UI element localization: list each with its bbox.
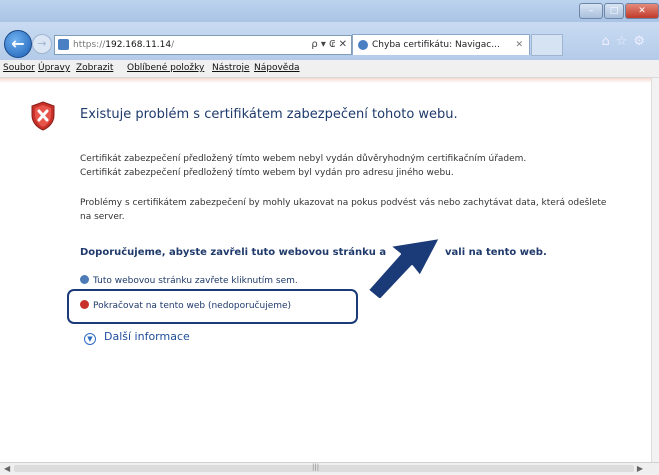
tab-title: Chyba certifikátu: Navigac... — [372, 40, 500, 50]
menu-nastroje[interactable]: Nástroje — [212, 60, 250, 77]
back-button[interactable]: ← — [4, 30, 32, 58]
tab-certificate-error[interactable]: Chyba certifikátu: Navigac... ✕ — [352, 34, 530, 55]
page-content: Existuje problém s certifikátem zabezpeč… — [0, 78, 651, 462]
page-title: Existuje problém s certifikátem zabezpeč… — [80, 107, 458, 122]
shield-error-icon — [31, 101, 55, 131]
minimize-button[interactable]: – — [579, 3, 603, 19]
continue-link[interactable]: Pokračovat na tento web (nedoporučujeme) — [80, 300, 291, 311]
pointer-arrow-icon — [367, 237, 441, 298]
maximize-button[interactable]: □ — [604, 3, 624, 19]
window-controls: – □ ✕ — [578, 3, 659, 19]
shield-warning-icon — [80, 300, 89, 309]
tab-favicon-icon — [358, 40, 368, 50]
address-bar[interactable]: https://192.168.11.14/ ρ ▾ ₢ ✕ — [54, 35, 352, 55]
shield-ok-icon — [80, 275, 89, 284]
browser-window: – □ ✕ ← → https://192.168.11.14/ ρ ▾ ₢ ✕… — [0, 0, 659, 475]
cert-issue-1: Certifikát zabezpečení předložený tímto … — [80, 154, 527, 164]
menu-napoveda[interactable]: Nápověda — [254, 60, 300, 77]
vertical-scrollbar[interactable] — [651, 78, 659, 462]
menu-zobrazit[interactable]: Zobrazit — [76, 60, 113, 77]
toolbar-icons[interactable]: ⌂☆⚙ — [601, 34, 651, 49]
navigation-bar: ← → https://192.168.11.14/ ρ ▾ ₢ ✕ Chyba… — [0, 22, 659, 60]
forward-button[interactable]: → — [32, 34, 52, 54]
more-info-link[interactable]: ▼ Další informace — [84, 330, 190, 345]
menu-upravy[interactable]: Úpravy — [38, 60, 70, 77]
address-url[interactable]: https://192.168.11.14/ — [73, 36, 174, 54]
address-controls[interactable]: ρ ▾ ₢ ✕ — [311, 36, 347, 54]
recommendation-a: Doporučujeme, abyste zavřeli tuto webovo… — [80, 247, 387, 258]
close-page-link[interactable]: Tuto webovou stránku zavřete kliknutím s… — [80, 275, 298, 286]
menu-bar: Soubor Úpravy Zobrazit Oblíbené položky … — [0, 60, 659, 78]
horizontal-scrollbar[interactable]: ◀ ||| ▶ — [0, 462, 659, 475]
menu-soubor[interactable]: Soubor — [3, 60, 35, 77]
close-button[interactable]: ✕ — [625, 3, 659, 19]
tab-close-icon[interactable]: ✕ — [515, 35, 523, 55]
cert-issue-2: Certifikát zabezpečení předložený tímto … — [80, 168, 454, 178]
expand-icon: ▼ — [84, 333, 96, 345]
scroll-thumb[interactable] — [14, 465, 634, 472]
new-tab-button[interactable] — [531, 34, 563, 56]
risk-text: Problémy s certifikátem zabezpečení by m… — [80, 198, 607, 222]
menu-oblibene[interactable]: Oblíbené položky — [127, 60, 204, 77]
site-favicon-icon — [58, 39, 69, 50]
